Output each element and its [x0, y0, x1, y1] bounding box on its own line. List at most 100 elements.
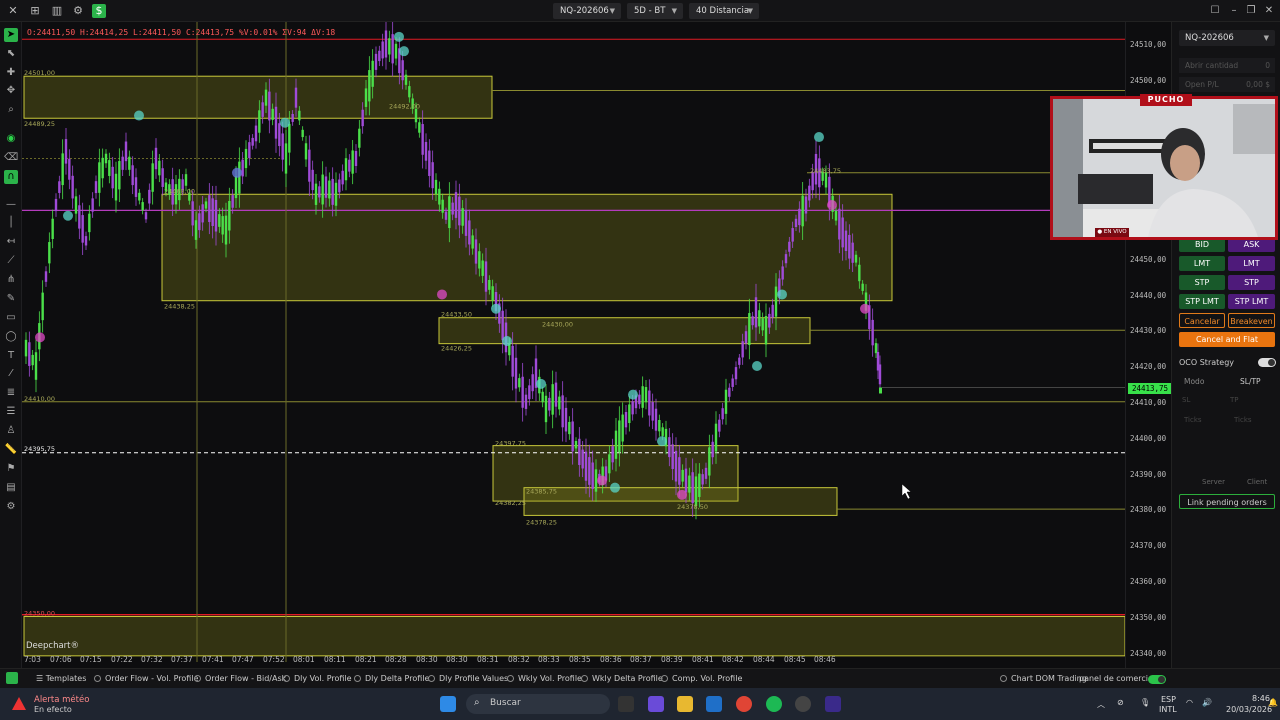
crosshair-icon[interactable]: ✚ [4, 66, 18, 80]
stamp-icon[interactable]: ♙ [4, 424, 18, 438]
move-icon[interactable]: ✥ [4, 84, 18, 98]
taskbar-search[interactable]: ⌕ Buscar [466, 694, 610, 714]
template-tab[interactable]: Order Flow - Bid/Ask [194, 674, 286, 683]
text-icon[interactable]: T [4, 349, 18, 363]
distance-dropdown[interactable]: 40 Distancia ▼ [689, 3, 759, 19]
wifi-icon[interactable]: ◠ [1186, 698, 1193, 707]
stp-buy-button[interactable]: STP [1179, 275, 1225, 290]
zoom-icon[interactable]: ⌕ [4, 103, 18, 117]
close-icon[interactable]: ✕ [6, 4, 20, 18]
rectangle-icon[interactable]: ▭ [4, 311, 18, 325]
template-tab[interactable]: Wkly Vol. Profile [507, 674, 582, 683]
panel-symbol-label: NQ-202606 [1185, 33, 1234, 43]
alert-icon[interactable]: ⚑ [4, 462, 18, 476]
time-tick-label: 08:35 [569, 655, 591, 664]
network-icon[interactable]: ⊘ [1117, 698, 1124, 707]
stp-lmt-sell-button[interactable]: STP LMT [1228, 294, 1275, 309]
stp-lmt-buy-button[interactable]: STP LMT [1179, 294, 1225, 309]
bear-candle [768, 313, 771, 328]
oco-strategy-toggle[interactable] [1258, 358, 1276, 367]
settings-icon[interactable]: ⚙ [4, 500, 18, 514]
symbol-dropdown-label: NQ-202606 [560, 6, 609, 16]
volume-bubble [860, 303, 870, 314]
warning-icon[interactable] [12, 697, 26, 710]
pencil-icon[interactable]: ✎ [4, 292, 18, 306]
task-view-icon[interactable] [618, 696, 634, 712]
template-tab[interactable]: Dly Delta Profile [354, 674, 429, 683]
deepchart-app-icon[interactable] [825, 696, 841, 712]
trendline-icon[interactable]: ⟋ [4, 254, 18, 268]
cancel-and-flat-button[interactable]: Cancel and Flat [1179, 332, 1275, 347]
templates-tab[interactable]: ☰ Templates [36, 674, 86, 683]
pointer-icon[interactable]: ⬉ [4, 47, 18, 61]
time-tick-label: 08:30 [446, 655, 468, 664]
lmt-buy-button[interactable]: LMT [1179, 256, 1225, 271]
templates-icon[interactable] [6, 672, 18, 684]
brush-icon[interactable]: ⁄ [4, 367, 18, 381]
volume-icon[interactable]: 🔊 [1202, 698, 1212, 707]
bull-candle [298, 110, 301, 121]
lmt-sell-button[interactable]: LMT [1228, 256, 1275, 271]
eraser-icon[interactable]: ⌫ [4, 151, 18, 165]
spotify-icon[interactable] [766, 696, 782, 712]
obs-icon[interactable] [795, 696, 811, 712]
ellipse-icon[interactable]: ◯ [4, 330, 18, 344]
template-tab[interactable]: Comp. Vol. Profile [661, 674, 742, 683]
quantity-field[interactable]: Abrir cantidad 0 [1179, 58, 1275, 73]
folder-icon[interactable]: ▤ [4, 481, 18, 495]
template-tab[interactable]: Order Flow - Vol. Profile [94, 674, 198, 683]
weather-alert-title[interactable]: Alerta météo [34, 695, 89, 705]
template-tab[interactable]: Dly Profile Values [428, 674, 508, 683]
file-explorer-icon[interactable] [677, 696, 693, 712]
eye-icon[interactable]: ◉ [4, 132, 18, 146]
bull-candle [244, 148, 248, 169]
tile-icon[interactable]: ☐ [1208, 4, 1222, 18]
magnet-icon[interactable]: ∩ [4, 170, 18, 184]
dollar-icon[interactable]: $ [92, 4, 106, 18]
minimize-icon[interactable]: – [1227, 4, 1241, 18]
ray-icon[interactable]: ↤ [4, 235, 18, 249]
mode-dropdown[interactable]: SL/TP [1240, 377, 1261, 386]
bull-candle [74, 196, 78, 214]
period-dropdown[interactable]: 5D - BT ▼ [627, 3, 683, 19]
fib-icon[interactable]: ⋔ [4, 273, 18, 287]
bull-candle [801, 195, 804, 227]
list-icon[interactable]: ≣ [4, 386, 18, 400]
link-pending-orders-button[interactable]: Link pending orders [1179, 494, 1275, 509]
bull-candle [24, 339, 28, 357]
windows-start-icon[interactable] [440, 696, 456, 712]
breakeven-button[interactable]: Breakeven [1228, 313, 1275, 328]
cancel-button[interactable]: Cancelar [1179, 313, 1225, 328]
panel-symbol-dropdown[interactable]: NQ-202606 ▼ [1179, 30, 1275, 46]
volume-bubble [35, 332, 45, 343]
store-icon[interactable] [706, 696, 722, 712]
hline-icon[interactable]: — [4, 198, 18, 212]
vline-icon[interactable]: │ [4, 216, 18, 230]
layout-icon[interactable]: ⊞ [28, 4, 42, 18]
chevron-up-icon[interactable]: ︿ [1097, 699, 1105, 710]
client-radio[interactable]: Client [1247, 478, 1267, 486]
microphone-icon[interactable]: 🎙 [1140, 698, 1150, 707]
price-chart[interactable]: 24501,00 24489,25 24468,00 24438,25 24433,50… [22, 22, 1125, 668]
server-radio[interactable]: Server [1202, 478, 1225, 486]
chrome-icon[interactable] [736, 696, 752, 712]
close-window-icon[interactable]: ✕ [1262, 4, 1276, 18]
copilot-icon[interactable] [648, 696, 664, 712]
chart-dom-trading-tab[interactable]: Chart DOM Trading [1000, 674, 1087, 683]
stp-sell-button[interactable]: STP [1228, 275, 1275, 290]
bear-candle [844, 230, 848, 251]
notification-icon[interactable]: 🔔 [1268, 698, 1278, 707]
template-tab[interactable]: Dly Vol. Profile [283, 674, 352, 683]
template-tab[interactable]: Wkly Delta Profile [581, 674, 663, 683]
symbol-dropdown[interactable]: NQ-202606 ▼ [553, 3, 621, 19]
restore-icon[interactable]: ❐ [1244, 4, 1258, 18]
bar-chart-icon[interactable]: ▥ [50, 4, 64, 18]
gear-icon[interactable]: ⚙ [71, 4, 85, 18]
menu-icon[interactable]: ☰ [4, 405, 18, 419]
ruler-icon[interactable]: 📏 [4, 443, 18, 457]
panel-de-comercio-toggle[interactable] [1148, 675, 1166, 684]
volume-bubble [752, 361, 762, 372]
language-code[interactable]: ESP [1161, 695, 1176, 704]
cursor-icon[interactable]: ➤ [4, 28, 18, 42]
time-axis[interactable]: 7:03 07:06 07:15 07:22 07:32 07:37 07:41 07:47 0… [22, 654, 1125, 668]
